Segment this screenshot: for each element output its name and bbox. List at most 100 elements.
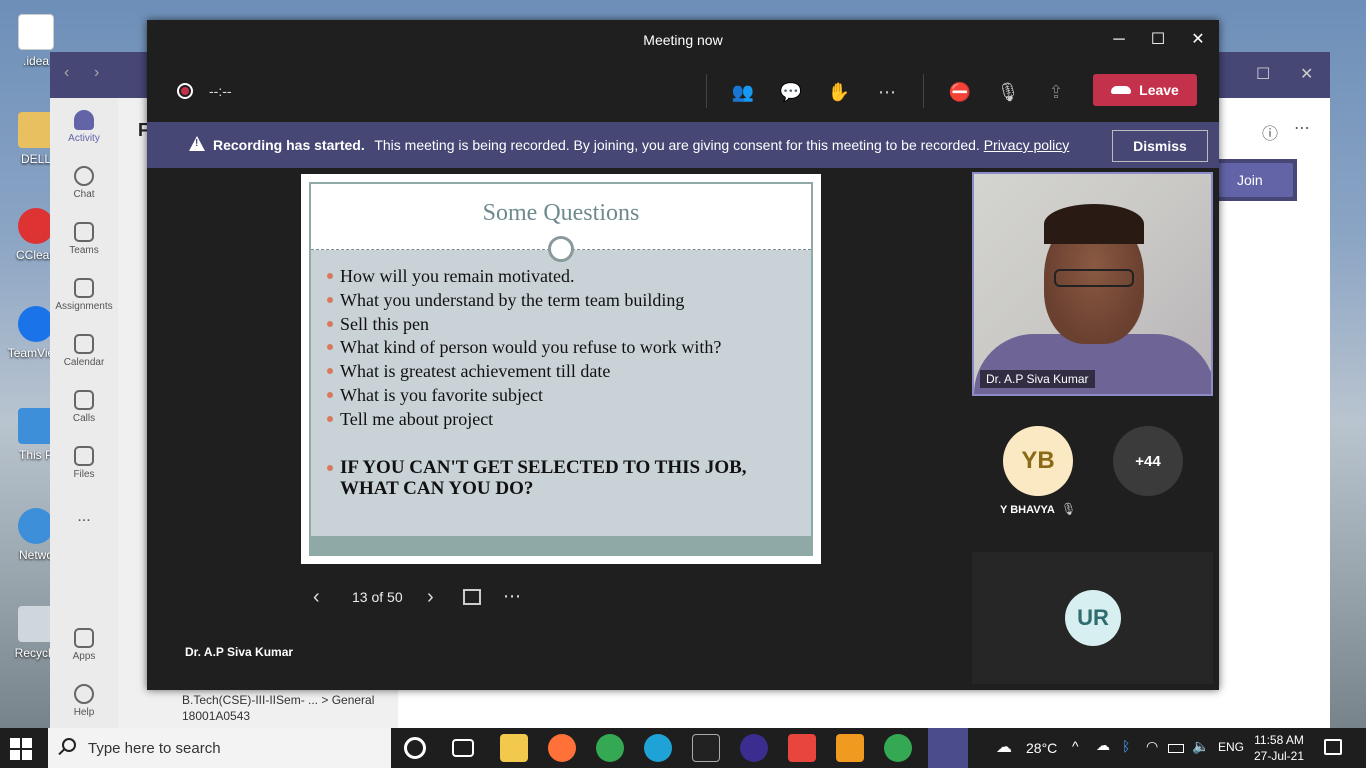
recording-banner: Recording has started. This meeting is b… <box>147 122 1219 168</box>
hang-up-icon <box>1111 86 1132 94</box>
language-indicator[interactable]: ENG <box>1218 740 1244 754</box>
rail-activity[interactable]: Activity <box>50 110 118 144</box>
notification-icon[interactable] <box>1324 739 1342 755</box>
firefox-icon[interactable] <box>548 734 576 762</box>
forward-icon[interactable]: › <box>94 64 99 82</box>
rail-help[interactable]: Help <box>50 684 118 718</box>
computer-icon <box>18 408 54 444</box>
teams-icon[interactable] <box>928 728 968 768</box>
onedrive-icon[interactable]: ☁ <box>1096 737 1110 754</box>
file-explorer-icon[interactable] <box>500 734 528 762</box>
calendar-icon <box>74 334 94 354</box>
bluetooth-icon[interactable]: ᛒ <box>1122 738 1130 754</box>
slide-ornament <box>548 236 574 262</box>
video-name-label: Dr. A.P Siva Kumar <box>980 370 1095 388</box>
cortana-icon[interactable] <box>404 737 426 759</box>
chevron-right-icon[interactable]: › <box>427 586 434 609</box>
meeting-toolbar: --:-- 👥 💬 ✋ ⋯ ⛔ 🎙 ⇪ Leave <box>147 68 1219 114</box>
windows-start-icon[interactable] <box>10 738 32 760</box>
minimize-icon[interactable]: ─ <box>1107 28 1131 52</box>
taskbar-search-input[interactable]: Type here to search <box>48 728 391 768</box>
rail-calls[interactable]: Calls <box>50 390 118 424</box>
more-options-icon[interactable]: ⋯ <box>503 586 521 607</box>
volume-icon[interactable]: 🔈 <box>1192 738 1209 755</box>
more-actions-icon[interactable]: ⋯ <box>873 78 901 106</box>
recorder-icon[interactable] <box>788 734 816 762</box>
mic-off-icon[interactable]: 🎙 <box>994 78 1022 106</box>
bell-icon <box>74 110 94 130</box>
wifi-icon[interactable]: ◠ <box>1146 738 1158 755</box>
share-screen-icon[interactable]: ⇪ <box>1042 78 1070 106</box>
list-item: What kind of person would you refuse to … <box>325 335 805 359</box>
folder-icon <box>18 14 54 50</box>
slide-navigation: ‹ 13 of 50 › ⋯ <box>307 586 547 610</box>
participants-icon[interactable]: 👥 <box>729 78 757 106</box>
terminal-icon[interactable] <box>692 734 720 762</box>
list-item: What is you favorite subject <box>325 383 805 407</box>
rail-teams[interactable]: Teams <box>50 222 118 256</box>
chat-icon[interactable]: 💬 <box>777 78 805 106</box>
chrome-profile-icon[interactable] <box>884 734 912 762</box>
camera-off-icon[interactable]: ⛔ <box>946 78 974 106</box>
rail-chat[interactable]: Chat <box>50 166 118 200</box>
rail-more[interactable]: ... <box>50 508 118 526</box>
sublime-icon[interactable] <box>836 734 864 762</box>
more-participants-badge[interactable]: +44 <box>1113 426 1183 496</box>
windows-taskbar: Type here to search ☁ 28°C ^ ☁ ᛒ ◠ 🔈 ENG… <box>0 728 1366 768</box>
video-person-hair <box>1044 204 1144 244</box>
mic-off-icon: 🎙 <box>1061 502 1077 516</box>
meeting-title: Meeting now <box>643 32 723 48</box>
list-item: What you understand by the term team bui… <box>325 288 805 312</box>
slide-footer-bar <box>311 536 811 554</box>
slide-grid-icon[interactable] <box>463 589 481 605</box>
rail-apps[interactable]: Apps <box>50 628 118 662</box>
slide-frame: Some Questions How will you remain motiv… <box>309 182 813 556</box>
rail-files[interactable]: Files <box>50 446 118 480</box>
close-icon[interactable]: ✕ <box>1186 28 1210 52</box>
apps-icon <box>74 628 94 648</box>
slide-bullet-list: How will you remain motivated. What you … <box>325 264 805 431</box>
teams-icon <box>74 222 94 242</box>
warning-icon <box>189 136 205 151</box>
recycle-bin-icon <box>18 606 54 642</box>
raise-hand-icon[interactable]: ✋ <box>825 78 853 106</box>
rail-assignments[interactable]: Assignments <box>50 278 118 312</box>
chevron-left-icon[interactable]: ‹ <box>313 586 320 609</box>
list-item: Sell this pen <box>325 312 805 336</box>
more-options-icon[interactable]: ⋯ <box>1294 118 1310 138</box>
app-icon[interactable] <box>740 734 768 762</box>
rail-calendar[interactable]: Calendar <box>50 334 118 368</box>
info-icon[interactable]: ⓘ <box>1262 120 1278 144</box>
back-icon[interactable]: ‹ <box>64 64 69 82</box>
leave-button[interactable]: Leave <box>1093 74 1197 106</box>
search-icon <box>62 738 76 752</box>
phone-icon <box>74 390 94 410</box>
teamviewer-icon <box>18 306 54 342</box>
battery-icon[interactable] <box>1168 744 1184 753</box>
channel-breadcrumb[interactable]: B.Tech(CSE)-III-IISem- ... > General 180… <box>182 692 374 724</box>
dismiss-button[interactable]: Dismiss <box>1112 130 1208 162</box>
chrome-icon[interactable] <box>596 734 624 762</box>
join-button[interactable]: Join <box>1215 159 1297 201</box>
slide-title: Some Questions <box>482 200 640 226</box>
close-icon[interactable]: ✕ <box>1300 64 1313 84</box>
network-icon <box>18 508 54 544</box>
search-placeholder: Type here to search <box>88 740 221 757</box>
maximize-icon[interactable]: ☐ <box>1146 28 1170 52</box>
privacy-policy-link[interactable]: Privacy policy <box>984 137 1070 153</box>
system-clock[interactable]: 11:58 AM 27-Jul-21 <box>1254 732 1304 764</box>
video-person-glasses <box>1054 269 1134 287</box>
avatar[interactable]: UR <box>1065 590 1121 646</box>
weather-temperature[interactable]: 28°C <box>1026 740 1057 756</box>
ccleaner-icon <box>18 208 54 244</box>
edge-icon[interactable] <box>644 734 672 762</box>
teams-app-rail: Activity Chat Teams Assignments Calendar… <box>50 98 118 728</box>
weather-icon[interactable]: ☁ <box>996 737 1012 757</box>
participant-video-tile[interactable]: Dr. A.P Siva Kumar <box>972 172 1213 396</box>
task-view-icon[interactable] <box>452 739 474 757</box>
maximize-icon[interactable]: ☐ <box>1256 64 1270 84</box>
meeting-window: Meeting now ─ ☐ ✕ --:-- 👥 💬 ✋ ⋯ ⛔ 🎙 ⇪ Le… <box>147 20 1219 690</box>
chevron-up-icon[interactable]: ^ <box>1072 738 1079 754</box>
avatar[interactable]: YB <box>1003 426 1073 496</box>
recording-icon <box>177 83 193 99</box>
